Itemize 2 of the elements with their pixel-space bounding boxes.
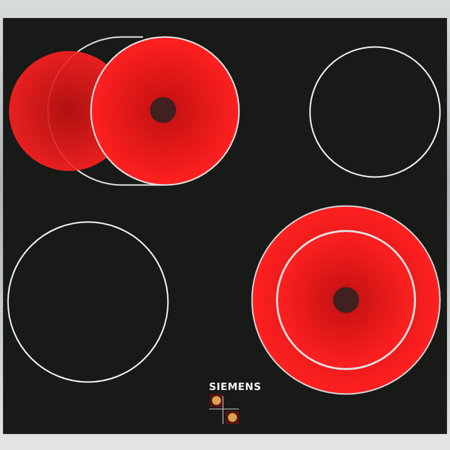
control-knobs-icon[interactable]: [208, 394, 240, 424]
brand-logo: SIEMENS: [209, 382, 262, 393]
